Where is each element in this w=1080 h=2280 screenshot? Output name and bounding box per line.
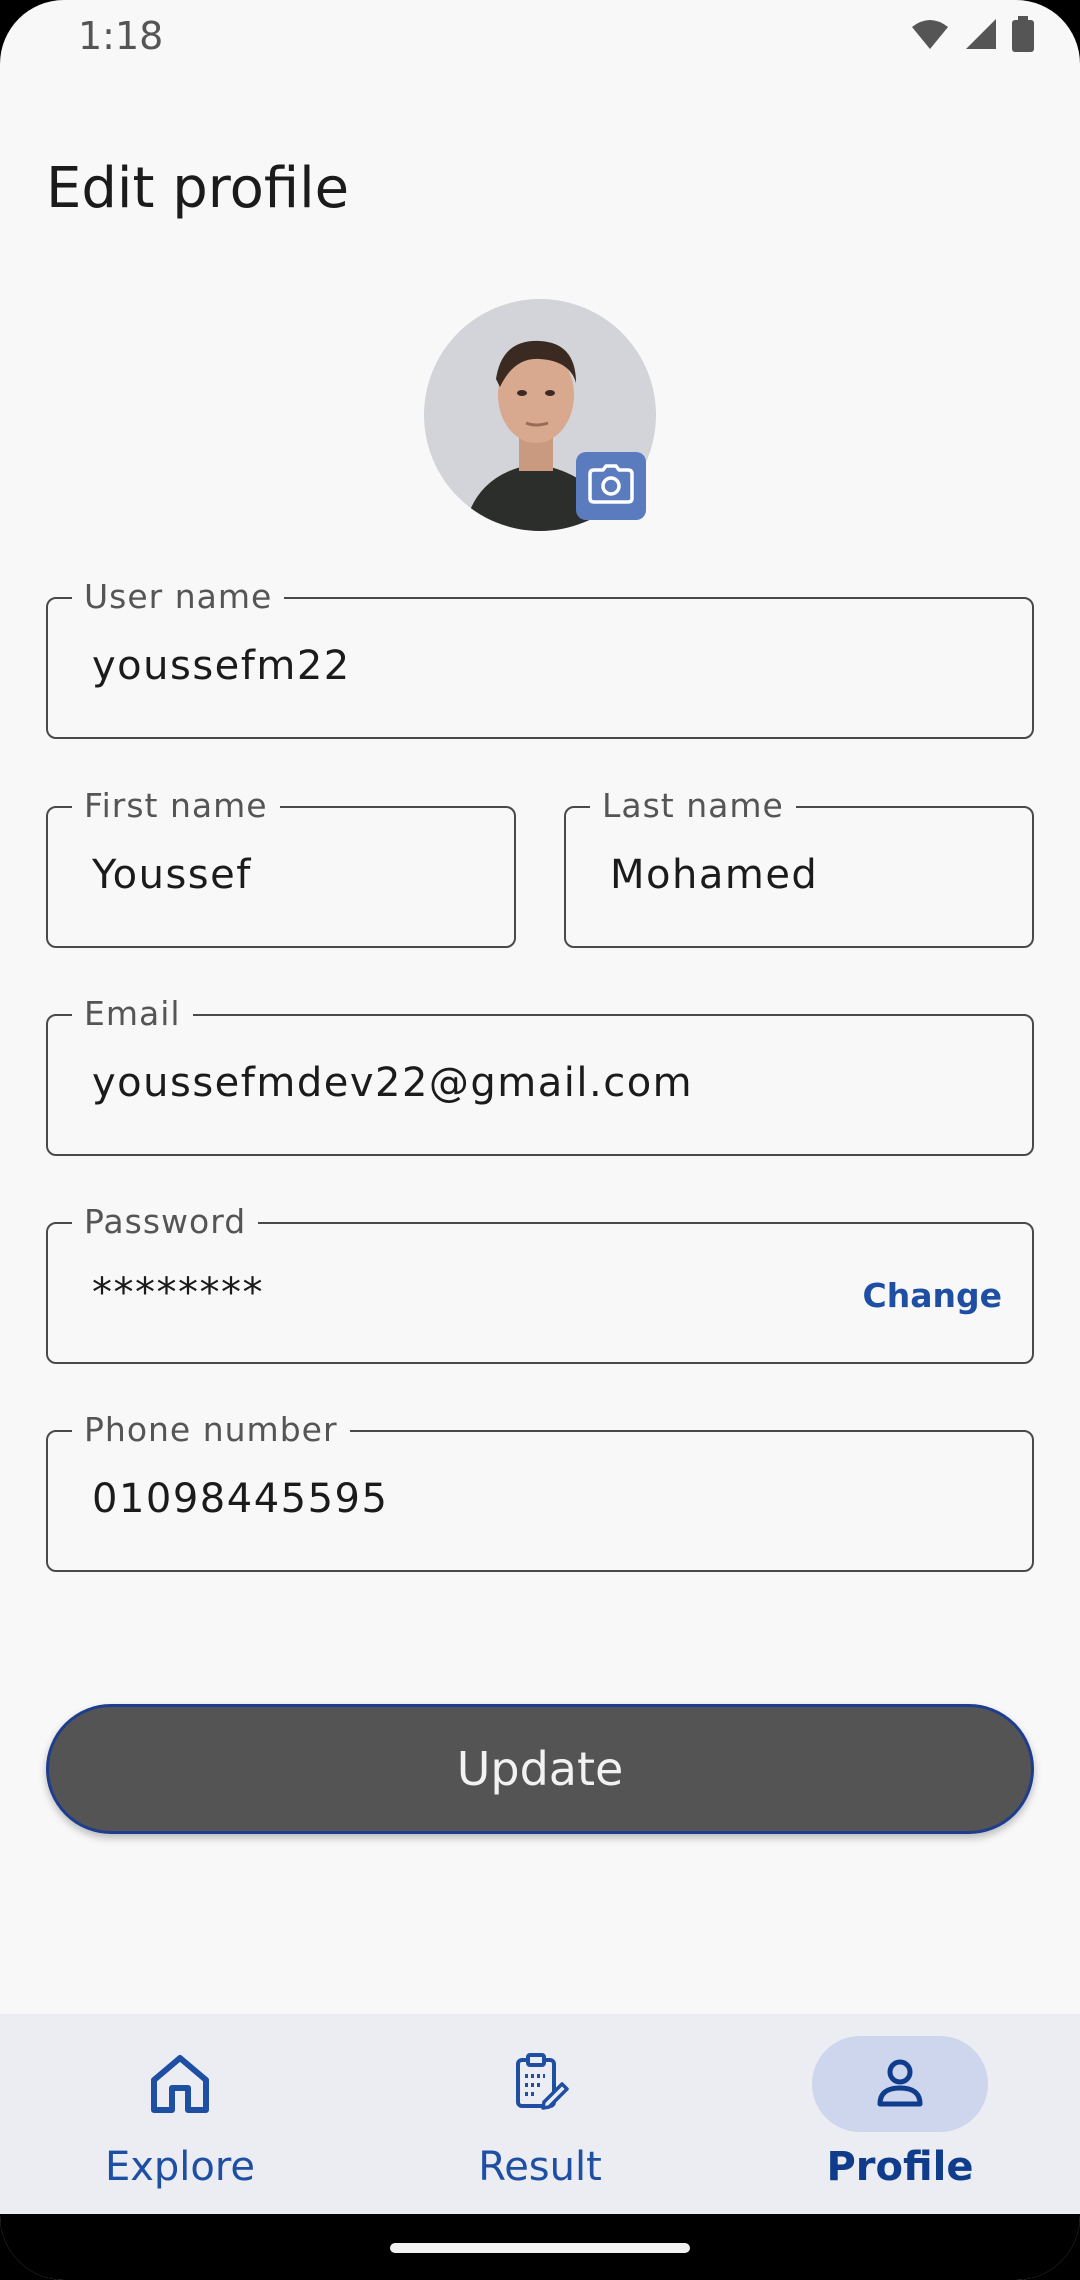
update-button[interactable]: Update xyxy=(46,1704,1034,1834)
phone-input[interactable]: 01098445595 xyxy=(92,1476,388,1522)
nav-item-result[interactable]: Result xyxy=(360,2014,720,2214)
person-icon xyxy=(872,2054,928,2115)
username-field[interactable]: User name youssefm22 xyxy=(46,577,1034,739)
wifi-icon xyxy=(910,17,950,56)
nav-item-explore[interactable]: Explore xyxy=(0,2014,360,2214)
signal-icon xyxy=(964,17,998,56)
last-name-label: Last name xyxy=(590,786,796,825)
nav-explore-icon-wrap xyxy=(92,2036,268,2132)
first-name-label: First name xyxy=(72,786,280,825)
nav-label-profile: Profile xyxy=(826,2144,974,2190)
change-photo-button[interactable] xyxy=(576,452,646,520)
password-field[interactable]: Password ******** Change xyxy=(46,1202,1034,1364)
nav-item-profile[interactable]: Profile xyxy=(720,2014,1080,2214)
nav-label-explore: Explore xyxy=(104,2144,256,2190)
username-label: User name xyxy=(72,577,285,616)
battery-icon xyxy=(1012,16,1034,57)
page-title: Edit profile xyxy=(46,156,350,221)
first-name-input[interactable]: Youssef xyxy=(92,852,252,898)
username-input[interactable]: youssefm22 xyxy=(92,643,351,689)
status-time: 1:18 xyxy=(78,14,164,58)
nav-result-icon-wrap xyxy=(452,2036,628,2132)
edit-profile-screen: 1:18 Edit profile User name youssefm22 F… xyxy=(0,0,1080,2280)
home-indicator[interactable] xyxy=(390,2243,690,2253)
email-label: Email xyxy=(72,994,193,1033)
first-name-field[interactable]: First name Youssef xyxy=(46,786,516,948)
nav-label-result: Result xyxy=(478,2144,602,2190)
nav-profile-icon-wrap xyxy=(812,2036,988,2132)
change-password-button[interactable]: Change xyxy=(863,1276,1002,1315)
home-icon xyxy=(148,2050,212,2119)
last-name-field[interactable]: Last name Mohamed xyxy=(564,786,1034,948)
clipboard-edit-icon xyxy=(510,2052,570,2117)
phone-label: Phone number xyxy=(72,1410,350,1449)
bottom-nav: Explore Result Profile xyxy=(0,2014,1080,2214)
email-field[interactable]: Email youssefmdev22@gmail.com xyxy=(46,994,1034,1156)
password-label: Password xyxy=(72,1202,259,1241)
phone-field[interactable]: Phone number 01098445595 xyxy=(46,1410,1034,1572)
email-input[interactable]: youssefmdev22@gmail.com xyxy=(92,1060,693,1106)
status-icons xyxy=(910,16,1034,57)
last-name-input[interactable]: Mohamed xyxy=(610,852,818,898)
password-input[interactable]: ******** xyxy=(92,1270,264,1316)
status-bar: 1:18 xyxy=(0,0,1080,72)
camera-icon xyxy=(588,463,634,509)
